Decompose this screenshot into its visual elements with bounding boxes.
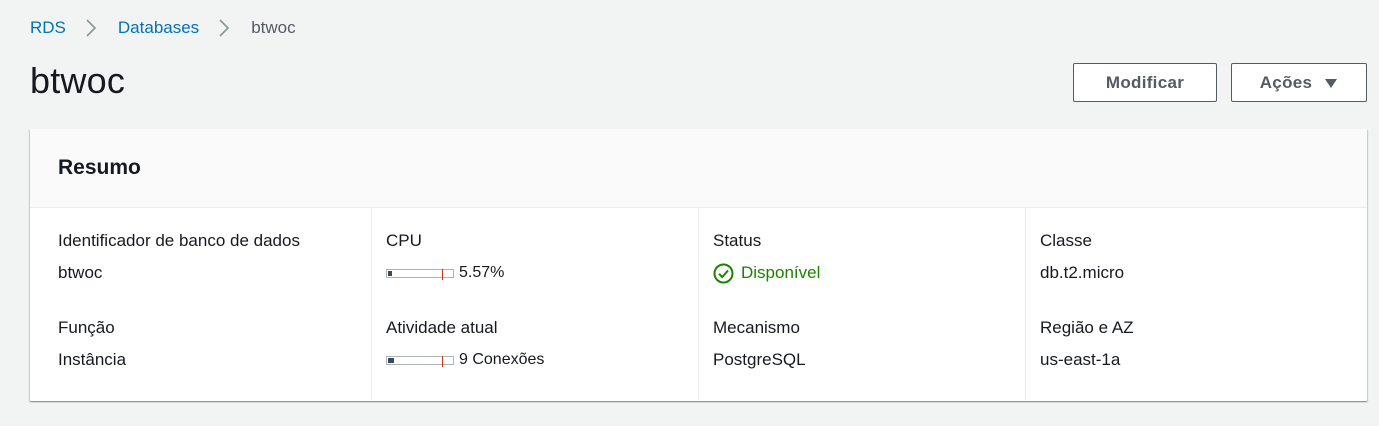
breadcrumb-current: btwoc — [251, 18, 296, 37]
region-value: us-east-1a — [1040, 350, 1121, 369]
class-label: Classe — [1040, 231, 1092, 250]
db-identifier-value: btwoc — [58, 263, 103, 282]
summary-body: Identificador de banco de dados btwoc Fu… — [30, 208, 1367, 400]
chevron-right-icon — [210, 18, 238, 38]
db-identifier-field: Identificador de banco de dados btwoc — [58, 230, 371, 317]
modify-button[interactable]: Modificar — [1073, 63, 1217, 102]
summary-column-2: CPU 5.57% Atividade atual 9 Conexões — [371, 208, 698, 400]
summary-column-1: Identificador de banco de dados btwoc Fu… — [30, 208, 371, 400]
role-value: Instância — [58, 350, 127, 369]
summary-header: Resumo — [30, 129, 1367, 208]
region-field: Região e AZ us-east-1a — [1040, 317, 1352, 404]
activity-meter — [386, 355, 454, 367]
check-circle-icon — [713, 263, 734, 284]
activity-label: Atividade atual — [386, 318, 498, 337]
cpu-label: CPU — [386, 231, 422, 250]
cpu-meter — [386, 268, 454, 280]
chevron-right-icon — [77, 18, 105, 38]
summary-panel: Resumo Identificador de banco de dados b… — [30, 129, 1367, 401]
cpu-meter-fill — [388, 270, 392, 276]
status-field: Status Disponível — [713, 230, 1025, 317]
role-field: Função Instância — [58, 317, 371, 404]
cpu-value-text: 5.57% — [459, 264, 505, 281]
caret-down-icon — [1324, 76, 1338, 90]
engine-field: Mecanismo PostgreSQL — [713, 317, 1025, 404]
breadcrumb: RDS Databases btwoc — [30, 17, 296, 39]
status-label: Status — [713, 231, 762, 250]
status-value: Disponível — [713, 262, 1025, 284]
cpu-value: 5.57% — [386, 262, 698, 284]
cpu-meter-threshold — [442, 268, 443, 280]
activity-value: 9 Conexões — [386, 349, 698, 371]
cpu-field: CPU 5.57% — [386, 230, 698, 317]
activity-field: Atividade atual 9 Conexões — [386, 317, 698, 404]
summary-column-3: Status Disponível Mecanismo PostgreSQL — [698, 208, 1025, 400]
activity-meter-threshold — [442, 355, 443, 367]
class-value: db.t2.micro — [1040, 263, 1125, 282]
breadcrumb-databases-link[interactable]: Databases — [118, 18, 199, 38]
region-label: Região e AZ — [1040, 318, 1134, 337]
db-identifier-label: Identificador de banco de dados — [58, 231, 300, 250]
summary-title: Resumo — [58, 156, 141, 179]
activity-value-text: 9 Conexões — [459, 351, 545, 368]
activity-meter-fill — [388, 357, 394, 363]
breadcrumb-rds-link[interactable]: RDS — [30, 18, 66, 38]
actions-button-label: Ações — [1259, 72, 1313, 92]
summary-column-4: Classe db.t2.micro Região e AZ us-east-1… — [1025, 208, 1352, 400]
status-value-text: Disponível — [741, 263, 821, 282]
actions-dropdown-button[interactable]: Ações — [1231, 63, 1367, 102]
role-label: Função — [58, 318, 115, 337]
class-field: Classe db.t2.micro — [1040, 230, 1352, 317]
engine-value: PostgreSQL — [713, 350, 806, 369]
engine-label: Mecanismo — [713, 318, 800, 337]
page-title: btwoc — [30, 60, 126, 101]
